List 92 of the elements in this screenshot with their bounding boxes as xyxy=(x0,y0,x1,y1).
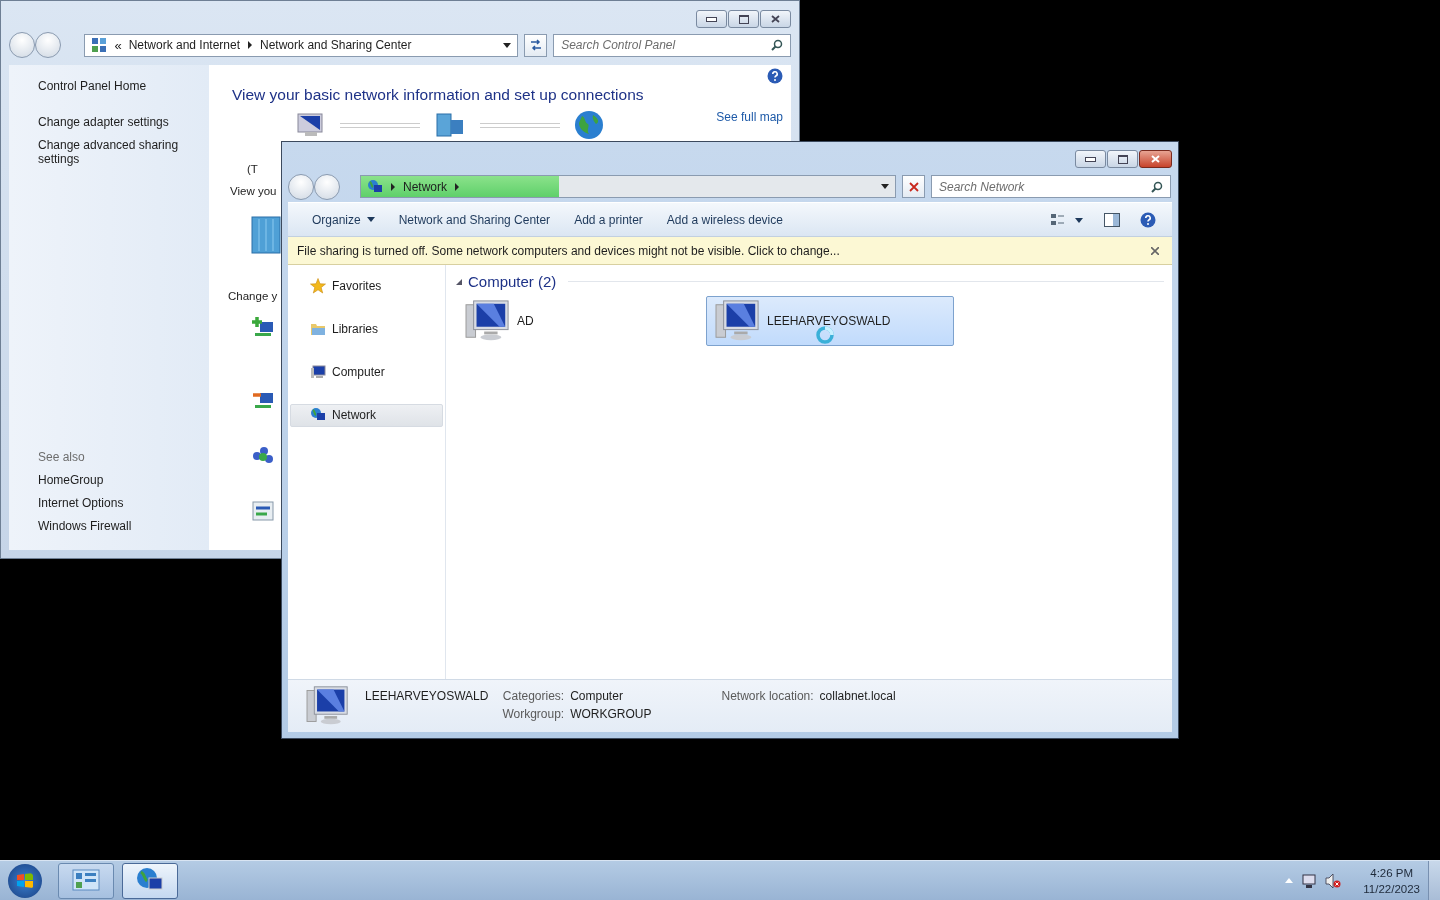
page-heading: View your basic network information and set up connections xyxy=(232,86,644,104)
minimize-button[interactable] xyxy=(696,10,727,28)
computer-tile[interactable]: LEEHARVEYOSWALD xyxy=(706,296,954,346)
new-connection-icon xyxy=(251,315,275,339)
computer-icon xyxy=(465,299,511,343)
close-button[interactable] xyxy=(1139,150,1172,168)
sidebar-link[interactable]: Change advanced sharing settings xyxy=(38,138,188,166)
chevron-right-icon xyxy=(390,182,396,191)
see-also-link[interactable]: Internet Options xyxy=(38,496,209,510)
dropdown-arrow-icon[interactable] xyxy=(881,184,889,189)
clock-time[interactable]: 4:26 PM xyxy=(1370,864,1414,881)
minimize-button[interactable] xyxy=(1075,150,1106,168)
help-icon[interactable] xyxy=(767,68,783,84)
details-label: Categories: xyxy=(502,689,565,703)
dropdown-arrow-icon[interactable] xyxy=(503,42,512,48)
windows-logo xyxy=(8,863,42,898)
network-icon xyxy=(310,407,326,423)
taskbar-button[interactable] xyxy=(122,862,178,899)
nav-item[interactable]: Favorites xyxy=(290,275,443,298)
nav-item[interactable]: Computer xyxy=(290,361,443,384)
star-icon xyxy=(310,278,326,294)
overflow-chevron[interactable]: « xyxy=(114,37,122,53)
refresh-icon xyxy=(528,39,543,51)
toolbar-button[interactable]: Add a printer xyxy=(564,208,653,231)
details-label: Workgroup: xyxy=(502,707,565,721)
restore-button[interactable] xyxy=(728,10,759,28)
toolbar-button[interactable]: Add a wireless device xyxy=(656,208,793,231)
view-list-icon xyxy=(1050,212,1084,227)
nav-item[interactable]: Libraries xyxy=(290,318,443,341)
preview-pane-icon xyxy=(1104,212,1120,227)
triangle-icon xyxy=(456,278,462,285)
breadcrumb[interactable]: Network xyxy=(403,179,447,194)
collapse-toggle[interactable] xyxy=(456,278,462,285)
control-panel-icon xyxy=(72,868,100,893)
section-heading: Change y xyxy=(228,290,278,302)
sidebar-link[interactable]: Change adapter settings xyxy=(38,115,188,129)
network-icon xyxy=(367,178,383,195)
refresh-button[interactable] xyxy=(524,33,548,57)
close-icon[interactable] xyxy=(1151,246,1159,255)
computer-icon xyxy=(715,299,761,343)
close-icon xyxy=(1151,155,1160,163)
globe-icon xyxy=(574,110,604,140)
busy-cursor-icon xyxy=(815,325,835,345)
see-also-link[interactable]: Windows Firewall xyxy=(38,519,209,533)
clock-date[interactable]: 11/22/2023 xyxy=(1363,880,1420,897)
search-icon xyxy=(771,39,783,51)
show-desktop-button[interactable] xyxy=(1428,860,1440,900)
computer-icon xyxy=(296,112,326,138)
network-name-text: (T xyxy=(247,163,258,175)
group-heading: Computer (2) xyxy=(468,273,557,290)
back-button[interactable] xyxy=(288,173,314,200)
close-button[interactable] xyxy=(760,10,791,28)
computer-icon xyxy=(305,685,351,727)
see-also-heading: See also xyxy=(38,450,86,464)
troubleshoot-icon xyxy=(251,499,275,523)
address-bar[interactable]: Network xyxy=(360,175,896,198)
server-icon xyxy=(251,215,281,255)
details-label: Network location: xyxy=(721,689,814,703)
folder-icon xyxy=(310,321,326,337)
address-bar[interactable]: « Network and Internet Network and Sharing Center xyxy=(84,33,519,57)
details-value: WORKGROUP xyxy=(570,707,652,721)
network-status-icon[interactable] xyxy=(1301,872,1318,889)
info-bar-message: File sharing is turned off. Some network computers and devices might not be visible. Click to change... xyxy=(297,243,840,258)
sidebar-link[interactable]: Control Panel Home xyxy=(38,79,188,93)
close-icon xyxy=(771,15,780,23)
details-value: Computer xyxy=(570,689,623,703)
see-also-link[interactable]: HomeGroup xyxy=(38,473,209,487)
server-icon xyxy=(434,112,466,138)
toolbar-button[interactable]: Network and Sharing Center xyxy=(388,208,561,231)
breadcrumb[interactable]: Network and Sharing Center xyxy=(260,38,412,52)
search-field[interactable]: Search Network xyxy=(931,175,1171,198)
details-name: LEEHARVEYOSWALD xyxy=(365,689,489,703)
nav-item[interactable]: Network xyxy=(290,404,443,427)
details-value: collabnet.local xyxy=(819,689,896,703)
forward-button[interactable] xyxy=(314,173,340,200)
search-icon xyxy=(1151,180,1163,193)
info-bar[interactable]: File sharing is turned off. Some network computers and devices might not be visible. Click to change... xyxy=(288,237,1172,265)
muted-speaker-icon[interactable] xyxy=(1325,872,1342,889)
control-panel-icon xyxy=(91,37,108,53)
breadcrumb[interactable]: Network and Internet xyxy=(128,38,241,52)
restore-button[interactable] xyxy=(1107,150,1138,168)
stop-button[interactable] xyxy=(902,175,925,198)
toolbar-button[interactable]: Organize xyxy=(302,208,385,231)
help-icon xyxy=(1140,211,1156,228)
computer-icon xyxy=(310,364,326,380)
search-field[interactable]: Search Control Panel xyxy=(553,33,791,57)
see-full-map-link[interactable]: See full map xyxy=(716,110,783,124)
computer-tile[interactable]: AD xyxy=(456,296,705,346)
chevron-right-icon xyxy=(247,41,254,49)
section-heading: View you xyxy=(230,185,277,197)
chevron-right-icon xyxy=(454,182,460,191)
stop-icon xyxy=(908,181,919,192)
